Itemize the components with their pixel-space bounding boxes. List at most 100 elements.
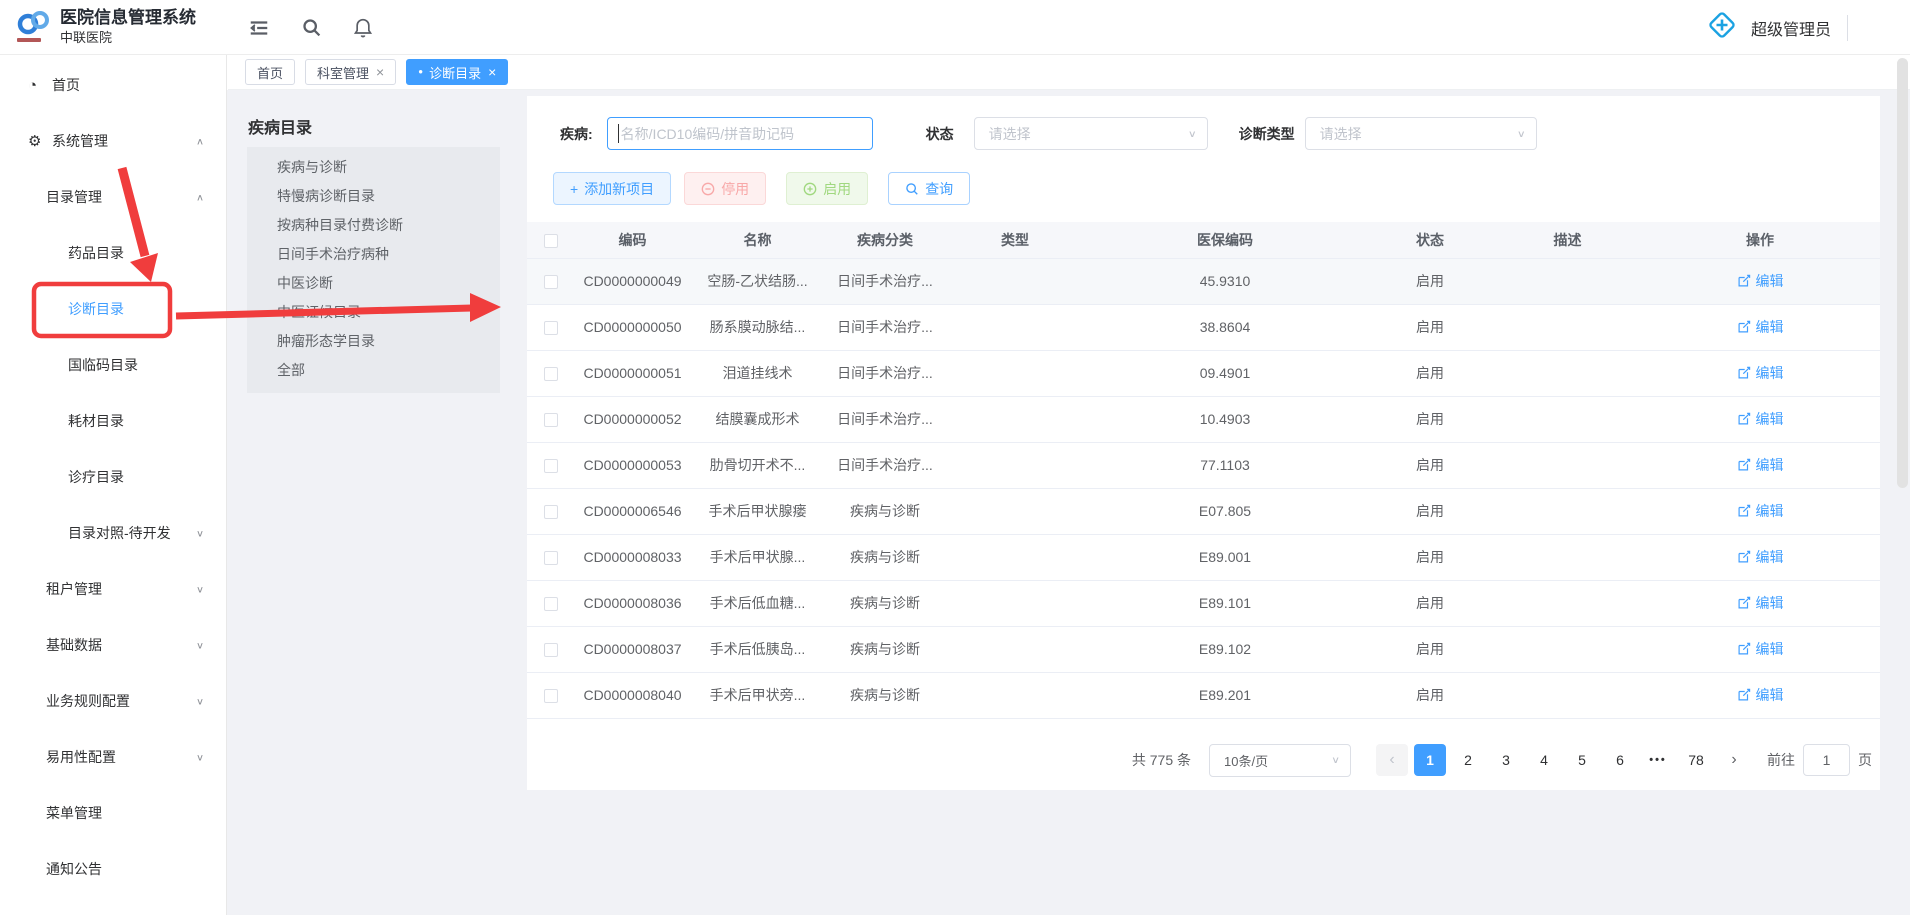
edit-button[interactable]: 编辑 (1737, 317, 1784, 337)
chevron-icon: ∧ (196, 191, 204, 202)
chevron-icon: ∨ (196, 583, 204, 594)
edit-icon (1737, 366, 1751, 380)
chevron-icon: ∨ (196, 751, 204, 762)
chevron-icon: ∧ (196, 135, 204, 146)
catalog-list-item[interactable]: 特慢病诊断目录 (247, 182, 500, 211)
chevron-icon: ∨ (196, 639, 204, 650)
bell-icon[interactable] (352, 17, 374, 39)
disable-button[interactable]: 停用 (684, 172, 766, 205)
topbar: 医院信息管理系统 中联医院 (0, 0, 1910, 55)
sidebar-item[interactable]: ⚙ 系统管理 ∧ (0, 113, 226, 169)
add-item-button[interactable]: + 添加新项目 (553, 172, 671, 205)
text-caret (618, 124, 620, 143)
row-checkbox[interactable] (544, 597, 558, 611)
row-checkbox[interactable] (544, 413, 558, 427)
vertical-scrollbar-thumb[interactable] (1897, 58, 1908, 488)
select-all-checkbox[interactable] (544, 234, 558, 248)
diagnosis-type-select[interactable]: 请选择 ∨ (1305, 117, 1537, 150)
disease-search-input[interactable] (607, 117, 873, 150)
sidebar-item[interactable]: 租户管理 ∨ (0, 561, 226, 617)
page-size-select[interactable]: 10条/页 ∨ (1209, 744, 1351, 777)
sidebar-item[interactable]: ◔ 首页 (0, 57, 226, 113)
sidebar-item[interactable]: 耗材目录 (0, 393, 226, 449)
logo-icon (14, 7, 54, 47)
page-number-button[interactable]: 5 (1566, 744, 1598, 776)
edit-button[interactable]: 编辑 (1737, 363, 1784, 383)
page-number-button[interactable]: ••• (1642, 744, 1674, 776)
cell-name: 泪道挂线术 (690, 350, 825, 396)
sidebar-item-label: 目录对照-待开发 (68, 523, 196, 543)
cell-code: CD0000000050 (575, 304, 690, 350)
page-tab[interactable]: ● 诊断目录 × (406, 59, 508, 85)
sidebar-item[interactable]: 目录对照-待开发 ∨ (0, 505, 226, 561)
sidebar-item[interactable]: 业务规则配置 ∨ (0, 673, 226, 729)
page-number-button[interactable]: 1 (1414, 744, 1446, 776)
sidebar-item[interactable]: 诊断目录 (0, 281, 226, 337)
catalog-list-item[interactable]: 中医证候目录 (247, 298, 500, 327)
circle-minus-icon (701, 182, 715, 196)
catalog-list-item[interactable]: 肿瘤形态学目录 (247, 327, 500, 356)
edit-button[interactable]: 编辑 (1737, 409, 1784, 429)
page-tab[interactable]: 科室管理 × (305, 59, 396, 85)
medical-cross-icon (1705, 8, 1739, 47)
page-number-button[interactable]: 3 (1490, 744, 1522, 776)
row-checkbox[interactable] (544, 459, 558, 473)
edit-button[interactable]: 编辑 (1737, 271, 1784, 291)
sidebar-item[interactable]: 国临码目录 (0, 337, 226, 393)
status-select[interactable]: 请选择 ∨ (974, 117, 1208, 150)
row-checkbox[interactable] (544, 321, 558, 335)
row-checkbox[interactable] (544, 275, 558, 289)
close-tab-icon[interactable]: × (376, 65, 384, 79)
row-checkbox[interactable] (544, 505, 558, 519)
sidebar-item[interactable]: 菜单管理 (0, 785, 226, 841)
cell-name: 结膜囊成形术 (690, 396, 825, 442)
cell-description (1495, 534, 1640, 580)
table-row: CD0000008037 手术后低胰岛... 疾病与诊断 E89.102 启用 (527, 626, 1880, 672)
edit-label: 编辑 (1756, 685, 1784, 705)
prev-page-button[interactable]: ‹ (1376, 744, 1408, 776)
sidebar-item[interactable]: 通知公告 (0, 841, 226, 897)
sidebar-item-label: 首页 (52, 75, 204, 95)
edit-button[interactable]: 编辑 (1737, 685, 1784, 705)
catalog-list-item[interactable]: 中医诊断 (247, 269, 500, 298)
close-tab-icon[interactable]: × (488, 65, 496, 79)
page-number-button[interactable]: 2 (1452, 744, 1484, 776)
collapse-sidebar-icon[interactable] (248, 17, 270, 39)
sidebar-item-icon: ◔ (28, 77, 52, 94)
page-tab[interactable]: 首页 (245, 59, 295, 85)
edit-button[interactable]: 编辑 (1737, 593, 1784, 613)
page-number-button[interactable]: 78 (1680, 744, 1712, 776)
cell-code: CD0000008037 (575, 626, 690, 672)
cell-name: 手术后甲状腺... (690, 534, 825, 580)
sidebar-item[interactable]: 易用性配置 ∨ (0, 729, 226, 785)
row-checkbox[interactable] (544, 689, 558, 703)
cell-status: 启用 (1365, 442, 1495, 488)
row-checkbox[interactable] (544, 367, 558, 381)
row-checkbox[interactable] (544, 551, 558, 565)
page-number-button[interactable]: 4 (1528, 744, 1560, 776)
catalog-list-item[interactable]: 按病种目录付费诊断 (247, 211, 500, 240)
query-button[interactable]: 查询 (888, 172, 970, 205)
sidebar-item[interactable]: 基础数据 ∨ (0, 617, 226, 673)
next-page-button[interactable]: › (1718, 744, 1750, 776)
edit-button[interactable]: 编辑 (1737, 639, 1784, 659)
cell-category: 日间手术治疗... (825, 442, 945, 488)
topbar-user[interactable]: 超级管理员 (1705, 0, 1848, 55)
search-icon[interactable] (300, 17, 322, 39)
sidebar-item[interactable]: 目录管理 ∧ (0, 169, 226, 225)
sidebar-item[interactable]: 诊疗目录 (0, 449, 226, 505)
catalog-list-item[interactable]: 疾病与诊断 (247, 153, 500, 182)
edit-button[interactable]: 编辑 (1737, 501, 1784, 521)
row-checkbox[interactable] (544, 643, 558, 657)
page-number-button[interactable]: 6 (1604, 744, 1636, 776)
edit-button[interactable]: 编辑 (1737, 547, 1784, 567)
sidebar-item[interactable]: 药品目录 (0, 225, 226, 281)
edit-button[interactable]: 编辑 (1737, 455, 1784, 475)
catalog-list-item[interactable]: 全部 (247, 356, 500, 385)
sidebar-item-label: 菜单管理 (46, 803, 204, 823)
cell-description (1495, 396, 1640, 442)
sidebar-item-label: 业务规则配置 (46, 691, 196, 711)
catalog-list-item[interactable]: 日间手术治疗病种 (247, 240, 500, 269)
goto-page-input[interactable] (1803, 744, 1850, 776)
enable-button[interactable]: 启用 (786, 172, 868, 205)
